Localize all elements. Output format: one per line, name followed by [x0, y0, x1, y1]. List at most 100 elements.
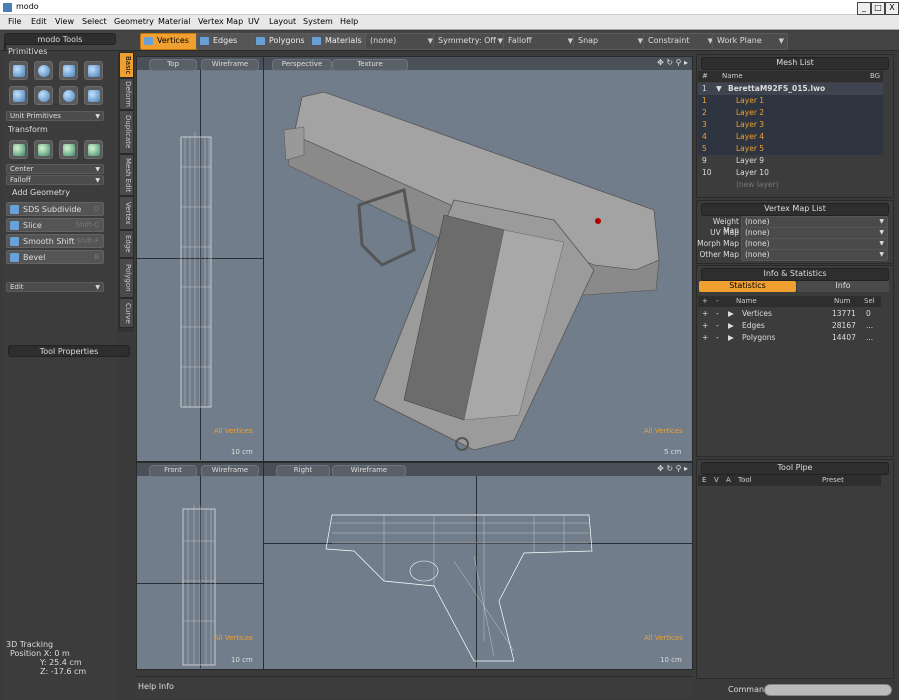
table-row[interactable]: + - ▶ Edges 28167... — [698, 320, 881, 332]
tab-curve[interactable]: Curve — [119, 298, 134, 328]
viewport-front-view-button[interactable]: Front — [149, 465, 197, 477]
tab-edge[interactable]: Edge — [119, 230, 134, 258]
command-input[interactable] — [764, 684, 892, 696]
rotate-tool-button[interactable] — [34, 140, 53, 159]
list-item[interactable]: 10 Layer 10 — [698, 167, 883, 179]
torus-tool-button[interactable] — [34, 86, 53, 105]
viewport-right-view-button[interactable]: Right — [276, 465, 330, 477]
slice-button[interactable]: Slice Shift-C — [6, 218, 104, 232]
list-item[interactable]: 9 Layer 9 — [698, 155, 883, 167]
symmetry-dropdown[interactable]: Symmetry: Off ▼ — [433, 33, 507, 50]
other-map-row[interactable]: Other Map (none) ▼ — [697, 249, 891, 261]
falloff-dropdown[interactable]: Falloff ▼ — [503, 33, 577, 50]
tab-basic[interactable]: Basic — [119, 52, 134, 78]
work-plane-dropdown[interactable]: Work Plane ▼ — [712, 33, 788, 50]
move-tool-button[interactable] — [9, 140, 28, 159]
tab-info[interactable]: Info — [797, 281, 889, 292]
menu-help[interactable]: Help — [340, 17, 358, 26]
viewport-perspective[interactable]: Perspective Texture ✥ ↻ ⚲ ▸ All Vertices… — [263, 56, 693, 462]
tab-duplicate[interactable]: Duplicate — [119, 110, 134, 154]
chevron-down-icon: ▼ — [95, 166, 100, 173]
left-falloff-dropdown[interactable]: Falloff ▼ — [6, 175, 104, 185]
edit-dropdown[interactable]: Edit ▼ — [6, 282, 104, 292]
snap-dropdown[interactable]: Snap ▼ — [573, 33, 647, 50]
viewport-nav-icons[interactable]: ✥ ↻ ⚲ ▸ — [657, 464, 688, 473]
menu-edit[interactable]: Edit — [31, 17, 47, 26]
viewport-right-shading-button[interactable]: Wireframe — [332, 465, 406, 477]
bevel-button[interactable]: Bevel B — [6, 250, 104, 264]
cone-tool-button[interactable] — [59, 61, 78, 80]
list-item[interactable]: 2 Layer 2 — [698, 107, 883, 119]
gun-front-wireframe — [182, 505, 216, 666]
selection-set-dropdown[interactable]: (none) ▼ — [365, 33, 437, 50]
scale-tool-button[interactable] — [59, 140, 78, 159]
weight-map-row[interactable]: Weight Map (none) ▼ — [697, 216, 891, 235]
viewport-top-shading-button[interactable]: Wireframe — [201, 59, 259, 71]
morph-map-row[interactable]: Morph Map (none) ▼ — [697, 238, 891, 250]
tracking-title: 3D Tracking — [6, 640, 54, 649]
menu-select[interactable]: Select — [82, 17, 107, 26]
mesh-root-row[interactable]: 1 ▼ BerettaM92FS_015.lwo — [698, 83, 883, 95]
unit-primitives-dropdown[interactable]: Unit Primitives ▼ — [6, 111, 104, 121]
mesh-list-header: Mesh List — [701, 57, 889, 70]
smooth-shift-icon — [10, 237, 19, 246]
viewport-right-selection-label: All Vertices — [644, 634, 683, 642]
close-button[interactable]: X — [885, 2, 899, 15]
table-row[interactable]: + - ▶ Polygons 14407... — [698, 332, 881, 344]
viewport-front[interactable]: Front Wireframe All Vertices 10 cm — [136, 462, 264, 670]
new-layer-row[interactable]: (new layer) — [698, 179, 883, 191]
ellipsoid-tool-button[interactable] — [59, 86, 78, 105]
tool-category-tabs: Basic Deform Duplicate Mesh Edit Vertex … — [118, 52, 134, 332]
viewport-nav-icons[interactable]: ✥ ↻ ⚲ ▸ — [657, 58, 688, 67]
capsule-tool-button[interactable] — [9, 86, 28, 105]
chevron-down-icon: ▼ — [879, 251, 884, 258]
sds-subdivide-button[interactable]: SDS Subdivide D — [6, 202, 104, 216]
vertex-map-list-panel: Vertex Map List Weight Map (none) ▼ UV Map… — [696, 200, 894, 264]
sphere-tool-button[interactable] — [34, 61, 53, 80]
list-item[interactable]: 3 Layer 3 — [698, 119, 883, 131]
polygons-icon — [256, 37, 265, 45]
other-map-dropdown[interactable]: (none) ▼ — [741, 249, 888, 261]
list-item[interactable]: 4 Layer 4 — [698, 131, 883, 143]
cylinder-tool-button[interactable] — [84, 61, 103, 80]
table-row[interactable]: + - ▶ Vertices 13771 0 — [698, 308, 881, 320]
viewport-persp-selection-label: All Vertices — [644, 427, 683, 435]
menu-file[interactable]: File — [8, 17, 21, 26]
menu-vertex-map[interactable]: Vertex Map — [198, 17, 243, 26]
center-dropdown[interactable]: Center ▼ — [6, 164, 104, 174]
minimize-button[interactable]: _ — [857, 2, 871, 15]
tab-statistics[interactable]: Statistics — [699, 281, 796, 292]
tab-polygon[interactable]: Polygon — [119, 258, 134, 298]
smooth-shift-button[interactable]: Smooth Shift Shift-F — [6, 234, 104, 248]
uv-map-row[interactable]: UV Map (none) ▼ — [697, 227, 891, 239]
chevron-down-icon: ▼ — [879, 240, 884, 247]
transform-label: Transform — [8, 125, 48, 134]
tab-mesh-edit[interactable]: Mesh Edit — [119, 154, 134, 196]
list-item[interactable]: 1 Layer 1 — [698, 95, 883, 107]
capsule-icon — [13, 90, 25, 102]
list-item[interactable]: 5 Layer 5 — [698, 143, 883, 155]
viewport-front-scale-label: 10 cm — [231, 656, 253, 664]
window-title: modo — [16, 2, 39, 11]
transform-tool-button[interactable] — [84, 140, 103, 159]
tab-deform[interactable]: Deform — [119, 78, 134, 110]
spiral-tool-button[interactable] — [84, 86, 103, 105]
menu-system[interactable]: System — [303, 17, 333, 26]
position-x-label: Position X: — [10, 649, 52, 658]
constraint-dropdown[interactable]: Constraint ▼ — [643, 33, 717, 50]
viewport-top-view-button[interactable]: Top — [149, 59, 197, 71]
cube-tool-button[interactable] — [9, 61, 28, 80]
menu-view[interactable]: View — [55, 17, 74, 26]
menu-geometry[interactable]: Geometry — [114, 17, 154, 26]
viewport-front-shading-button[interactable]: Wireframe — [201, 465, 259, 477]
viewport-right[interactable]: Right Wireframe ✥ ↻ ⚲ ▸ All Vertices 10 … — [263, 462, 693, 670]
menu-material[interactable]: Material — [158, 17, 191, 26]
tab-vertex[interactable]: Vertex — [119, 196, 134, 230]
command-label: Command — [728, 685, 770, 694]
maximize-button[interactable]: □ — [871, 2, 885, 15]
chevron-down-icon: ▼ — [95, 284, 100, 291]
menu-bar: File Edit View Select Geometry Material … — [0, 15, 899, 30]
menu-uv[interactable]: UV — [248, 17, 259, 26]
viewport-top[interactable]: Top Wireframe All Vertices 10 cm — [136, 56, 264, 462]
menu-layout[interactable]: Layout — [269, 17, 296, 26]
